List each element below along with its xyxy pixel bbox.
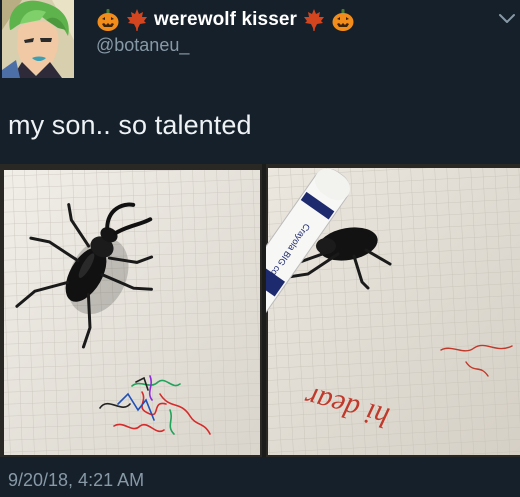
tweet-text: my son.. so talented <box>8 110 252 140</box>
user-handle[interactable]: @botaneu_ <box>96 35 355 56</box>
chevron-down-icon[interactable] <box>498 12 516 26</box>
display-name-row[interactable]: werewolf kisser <box>96 6 355 34</box>
jack-o-lantern-icon <box>97 9 119 31</box>
tweet-media[interactable]: Crayola BIG colors hi dear <box>0 164 520 457</box>
maple-leaf-icon <box>127 9 147 31</box>
maple-leaf-icon <box>304 9 325 31</box>
jack-o-lantern-icon <box>332 9 354 31</box>
timestamp[interactable]: 9/20/18, 4:21 AM <box>8 470 144 491</box>
photo-beetle-marker[interactable]: Crayola BIG colors hi dear <box>266 164 520 457</box>
tweet: werewolf kisser @botaneu_ my son.. so ta… <box>0 0 520 497</box>
photo-beetle-drawing[interactable] <box>0 164 262 457</box>
tweet-header: werewolf kisser @botaneu_ <box>96 6 355 56</box>
display-name[interactable]: werewolf kisser <box>154 9 297 31</box>
avatar[interactable] <box>2 0 74 78</box>
